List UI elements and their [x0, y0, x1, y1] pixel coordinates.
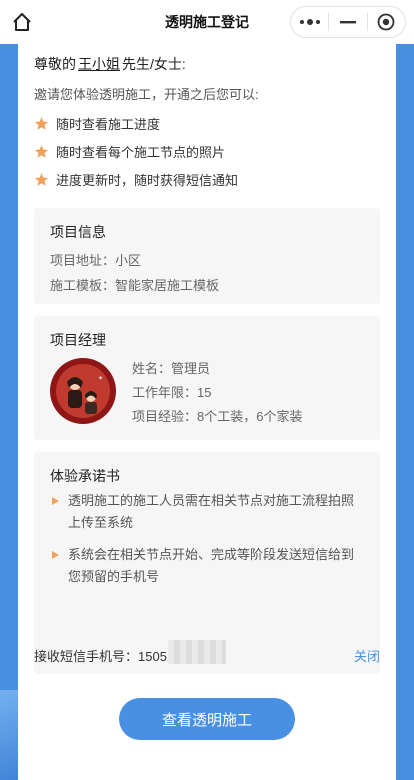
commitment-item: 系统会在相关节点开始、完成等阶段发送短信给到您预留的手机号	[50, 544, 366, 588]
invite-text: 邀请您体验透明施工，开通之后您可以:	[34, 87, 259, 102]
project-template: 施工模板：智能家居施工模板	[50, 278, 220, 293]
close-link[interactable]: 关闭	[354, 646, 380, 665]
project-address: 项目地址：小区	[50, 253, 142, 268]
project-manager-title: 项目经理	[50, 332, 106, 348]
commitment-item-text: 系统会在相关节点开始、完成等阶段发送短信给到您预留的手机号	[68, 547, 355, 584]
view-transparent-construction-button[interactable]: 查看透明施工	[119, 698, 295, 740]
navigation-bar: 透明施工登记	[0, 0, 414, 44]
manager-experience: 项目经验：8个工装，6个家装	[132, 409, 303, 424]
svg-text:✦: ✦	[98, 375, 103, 382]
star-icon	[34, 172, 49, 187]
commitment-item-text: 透明施工的施工人员需在相关节点对施工流程拍照上传至系统	[68, 493, 355, 530]
project-manager-panel: 项目经理 ✦ 姓名：管理员 工作年限：15 项目经验：8个工装，6个家装	[34, 316, 380, 440]
phone-label: 接收短信手机号：15051	[34, 649, 175, 664]
mini-program-capsule	[290, 6, 406, 38]
background-decoration	[0, 690, 18, 780]
commitment-title: 体验承诺书	[50, 468, 120, 484]
manager-name: 姓名：管理员	[132, 361, 211, 376]
star-icon	[34, 116, 49, 131]
phone-number-redacted	[168, 640, 226, 664]
feature-item: 随时查看每个施工节点的照片	[34, 142, 225, 161]
project-info-panel: 项目信息 项目地址：小区 施工模板：智能家居施工模板	[34, 208, 380, 304]
minimize-icon[interactable]	[329, 7, 366, 37]
avatar: ✦	[50, 358, 116, 424]
feature-item: 进度更新时，随时获得短信通知	[34, 170, 238, 189]
customer-name: 王小姐	[78, 56, 120, 72]
feature-label: 随时查看每个施工节点的照片	[56, 145, 226, 160]
triangle-bullet-icon	[52, 551, 59, 559]
target-circle-icon[interactable]	[368, 7, 405, 37]
main-card: 尊敬的 王小姐 先生/女士: 邀请您体验透明施工，开通之后您可以: 随时查看施工进度…	[18, 44, 396, 780]
project-info-title: 项目信息	[50, 224, 106, 240]
commitment-item: 透明施工的施工人员需在相关节点对施工流程拍照上传至系统	[50, 490, 366, 534]
feature-label: 进度更新时，随时获得短信通知	[56, 173, 239, 188]
more-dots-icon[interactable]	[291, 7, 328, 37]
feature-item: 随时查看施工进度	[34, 114, 160, 133]
manager-years: 工作年限：15	[132, 385, 212, 400]
triangle-bullet-icon	[52, 497, 59, 505]
greeting-suffix: 先生/女士:	[122, 56, 186, 72]
greeting: 尊敬的 王小姐 先生/女士:	[34, 54, 186, 74]
greeting-prefix: 尊敬的	[34, 56, 76, 72]
feature-label: 随时查看施工进度	[56, 117, 161, 132]
star-icon	[34, 144, 49, 159]
